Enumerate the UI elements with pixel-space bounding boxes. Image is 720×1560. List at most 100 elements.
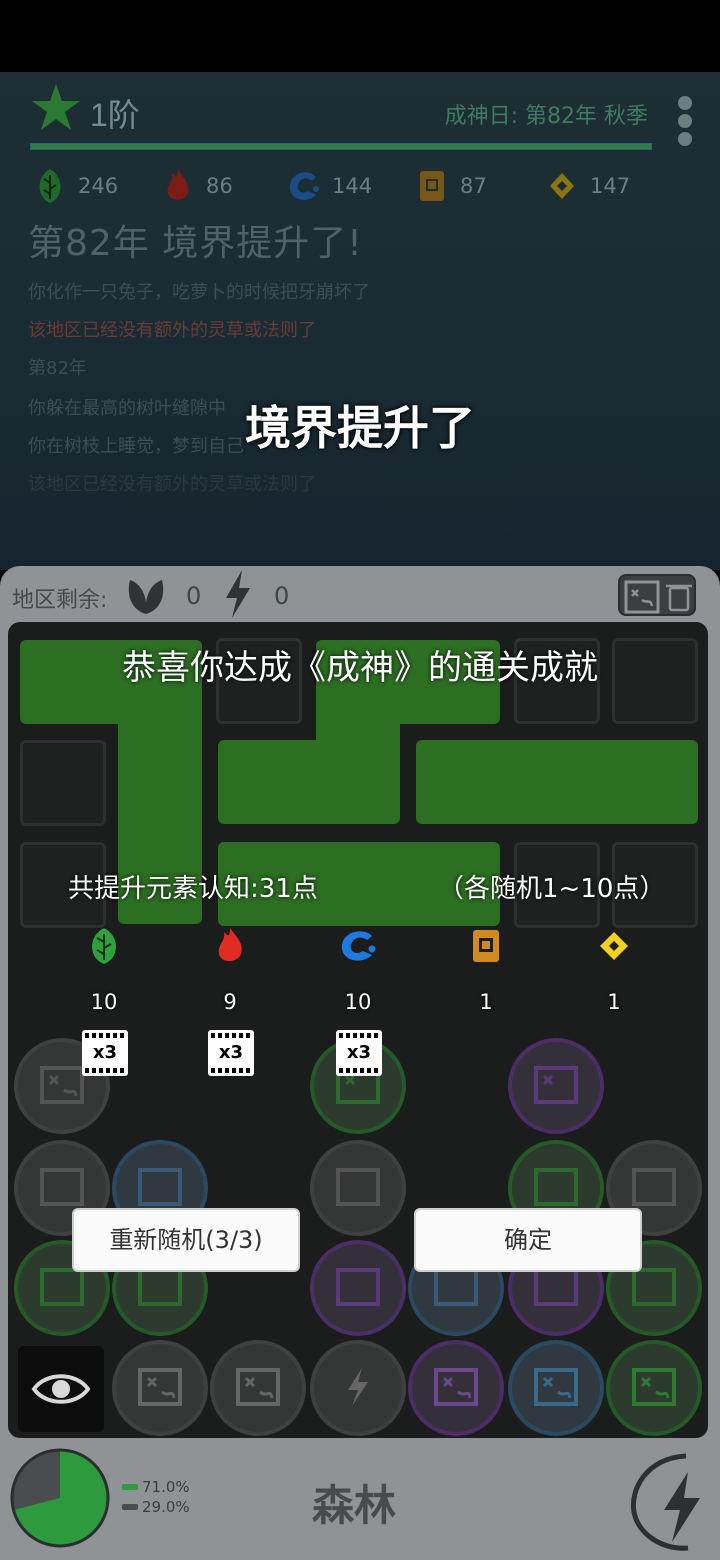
resource-metal: 147 — [544, 166, 630, 206]
x3-multiplier-badge[interactable]: x3 — [336, 1030, 382, 1076]
rank-label: 1阶 — [90, 97, 140, 133]
map-trash-button[interactable] — [618, 574, 696, 616]
element-gain-metal: 1 — [584, 926, 644, 1014]
metal-diamond-icon — [550, 173, 574, 199]
region-remaining-label: 地区剩余: — [12, 588, 108, 613]
wood-leaf-icon — [92, 928, 116, 964]
board-cell[interactable] — [20, 740, 106, 826]
element-gain-value: 10 — [90, 990, 118, 1014]
herb-count: 0 — [186, 582, 202, 610]
lightning-bolt-icon — [664, 1472, 700, 1542]
water-wave-icon — [341, 931, 376, 961]
map-token[interactable] — [310, 1240, 406, 1336]
map-token[interactable] — [210, 1340, 306, 1436]
map-icon — [434, 1268, 478, 1306]
element-gain-value: 1 — [479, 990, 493, 1014]
star-rank-icon — [32, 84, 80, 130]
lightning-action-button[interactable] — [626, 1450, 720, 1554]
log-line: 你化作一只兔子，吃萝卜的时候把牙崩坏了 — [28, 282, 370, 303]
wood-leaf-icon — [39, 169, 61, 203]
map-icon — [138, 1168, 182, 1206]
biome-name: 森林 — [312, 1481, 397, 1530]
map-token[interactable] — [606, 1340, 702, 1436]
map-icon — [336, 1168, 380, 1206]
map-icon — [236, 1368, 280, 1406]
map-icon — [534, 1368, 578, 1406]
legend-other: 29.0% — [122, 1498, 190, 1516]
element-gain-wood: 10 — [74, 926, 134, 1014]
forest-tile[interactable] — [416, 740, 698, 824]
resource-value: 246 — [78, 174, 119, 198]
bolt-token[interactable] — [310, 1340, 406, 1436]
map-icon — [534, 1168, 578, 1206]
map-icon — [534, 1066, 578, 1104]
element-gain-fire: 9 — [200, 926, 260, 1014]
map-icon — [434, 1368, 478, 1406]
map-token[interactable] — [310, 1140, 406, 1236]
biome-pie-chart — [10, 1448, 110, 1548]
more-menu-button[interactable] — [678, 96, 694, 148]
resource-water: 144 — [286, 166, 372, 206]
fire-flame-icon — [218, 928, 242, 962]
map-token[interactable] — [508, 1038, 604, 1134]
map-icon — [138, 1268, 182, 1306]
progress-bar — [30, 143, 652, 150]
progress-fill — [31, 144, 651, 149]
map-icon — [138, 1368, 182, 1406]
eye-icon — [31, 1374, 91, 1404]
status-bar — [0, 0, 720, 72]
log-title: 第82年 境界提升了! — [28, 223, 363, 264]
earth-scroll-icon — [473, 930, 499, 962]
map-token[interactable] — [508, 1340, 604, 1436]
realm-up-message: 境界提升了 — [245, 401, 475, 455]
forest-tile[interactable] — [316, 700, 400, 810]
resource-value: 144 — [332, 174, 373, 198]
game-date: 成神日: 第82年 秋季 — [444, 104, 648, 129]
total-gain-text: 共提升元素认知:31点 — [68, 874, 318, 904]
map-icon — [336, 1268, 380, 1306]
resource-wood: 246 — [32, 166, 118, 206]
map-icon — [40, 1066, 84, 1104]
lightning-bolt-icon — [348, 1368, 368, 1406]
resource-fire: 86 — [160, 166, 233, 206]
element-gain-value: 10 — [344, 990, 372, 1014]
legend-swatch — [122, 1484, 138, 1490]
confirm-button[interactable]: 确定 — [414, 1208, 642, 1272]
element-gain-water: 10 — [328, 926, 388, 1014]
element-gain-value: 9 — [223, 990, 237, 1014]
map-icon — [632, 1368, 676, 1406]
resource-value: 87 — [460, 174, 487, 198]
water-wave-icon — [289, 172, 319, 200]
map-icon — [624, 580, 692, 614]
resource-value: 86 — [206, 174, 233, 198]
log-line: 第82年 — [28, 358, 87, 379]
legend-label: 29.0% — [142, 1498, 190, 1516]
resource-earth: 87 — [414, 166, 487, 206]
law-count: 0 — [274, 582, 290, 610]
map-icon — [534, 1268, 578, 1306]
herb-leaves-icon — [128, 580, 164, 614]
map-icon — [632, 1168, 676, 1206]
reroll-button[interactable]: 重新随机(3/3) — [72, 1208, 300, 1272]
map-icon — [40, 1168, 84, 1206]
metal-diamond-icon — [600, 932, 628, 960]
map-icon — [632, 1268, 676, 1306]
earth-scroll-icon — [420, 171, 444, 201]
legend-swatch — [122, 1504, 138, 1510]
map-token[interactable] — [112, 1340, 208, 1436]
map-token[interactable] — [408, 1340, 504, 1436]
x3-multiplier-badge[interactable]: x3 — [82, 1030, 128, 1076]
element-gain-earth: 1 — [456, 926, 516, 1014]
log-line: 该地区已经没有额外的灵草或法则了 — [28, 320, 316, 341]
legend-forest: 71.0% — [122, 1478, 190, 1496]
resource-value: 147 — [590, 174, 631, 198]
element-gain-value: 1 — [607, 990, 621, 1014]
fire-flame-icon — [167, 169, 189, 200]
legend-label: 71.0% — [142, 1478, 190, 1496]
gain-range-text: （各随机1~10点） — [438, 874, 666, 904]
achievement-congrats: 恭喜你达成《成神》的通关成就 — [122, 648, 598, 688]
x3-multiplier-badge[interactable]: x3 — [208, 1030, 254, 1076]
law-bolt-icon — [226, 570, 250, 618]
map-icon — [40, 1268, 84, 1306]
view-toggle-button[interactable] — [18, 1346, 104, 1432]
